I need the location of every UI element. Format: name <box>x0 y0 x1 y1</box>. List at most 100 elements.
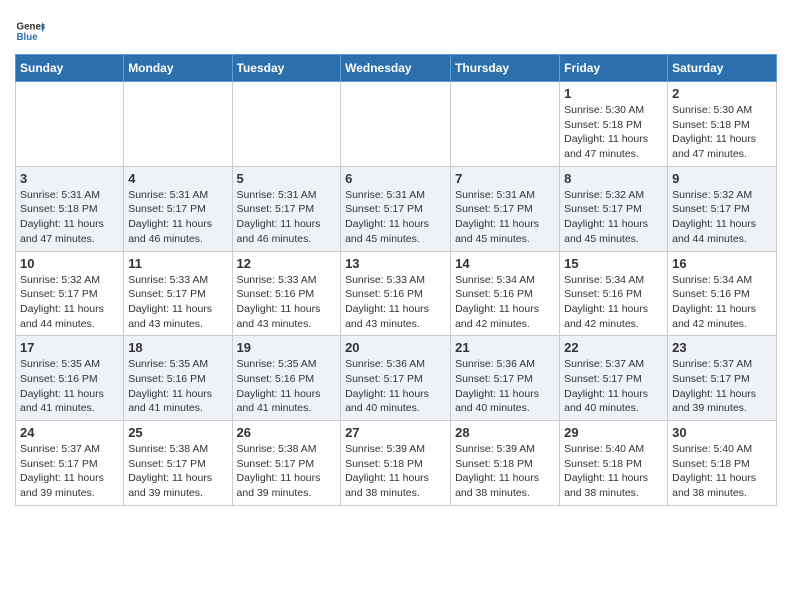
calendar-header: SundayMondayTuesdayWednesdayThursdayFrid… <box>16 55 777 82</box>
day-info: Sunrise: 5:30 AM Sunset: 5:18 PM Dayligh… <box>672 103 772 162</box>
day-number: 10 <box>20 256 119 271</box>
day-info: Sunrise: 5:32 AM Sunset: 5:17 PM Dayligh… <box>672 188 772 247</box>
day-number: 22 <box>564 340 663 355</box>
day-number: 5 <box>237 171 337 186</box>
day-info: Sunrise: 5:30 AM Sunset: 5:18 PM Dayligh… <box>564 103 663 162</box>
day-info: Sunrise: 5:40 AM Sunset: 5:18 PM Dayligh… <box>564 442 663 501</box>
calendar-day-cell: 20 Sunrise: 5:36 AM Sunset: 5:17 PM Dayli… <box>341 336 451 421</box>
day-number: 4 <box>128 171 227 186</box>
calendar-day-cell: 22 Sunrise: 5:37 AM Sunset: 5:17 PM Dayli… <box>560 336 668 421</box>
calendar-day-cell <box>451 82 560 167</box>
day-info: Sunrise: 5:35 AM Sunset: 5:16 PM Dayligh… <box>128 357 227 416</box>
day-number: 6 <box>345 171 446 186</box>
day-number: 3 <box>20 171 119 186</box>
day-number: 30 <box>672 425 772 440</box>
day-number: 19 <box>237 340 337 355</box>
calendar-day-cell: 5Sunrise: 5:31 AM Sunset: 5:17 PM Daylig… <box>232 166 341 251</box>
day-number: 26 <box>237 425 337 440</box>
svg-text:Blue: Blue <box>17 32 39 43</box>
day-number: 28 <box>455 425 555 440</box>
day-info: Sunrise: 5:33 AM Sunset: 5:16 PM Dayligh… <box>345 273 446 332</box>
day-info: Sunrise: 5:31 AM Sunset: 5:18 PM Dayligh… <box>20 188 119 247</box>
svg-text:General: General <box>17 22 46 33</box>
calendar-day-cell: 23 Sunrise: 5:37 AM Sunset: 5:17 PM Dayli… <box>668 336 777 421</box>
day-info: Sunrise: 5:31 AM Sunset: 5:17 PM Dayligh… <box>128 188 227 247</box>
day-info: Sunrise: 5:34 AM Sunset: 5:16 PM Dayligh… <box>455 273 555 332</box>
day-info: Sunrise: 5:37 AM Sunset: 5:17 PM Dayligh… <box>20 442 119 501</box>
calendar-day-cell: 7 Sunrise: 5:31 AM Sunset: 5:17 PM Daylig… <box>451 166 560 251</box>
header-row: SundayMondayTuesdayWednesdayThursdayFrid… <box>16 55 777 82</box>
day-number: 8 <box>564 171 663 186</box>
day-info: Sunrise: 5:31 AM Sunset: 5:17 PM Dayligh… <box>345 188 446 247</box>
calendar-day-cell <box>341 82 451 167</box>
calendar-day-cell: 8 Sunrise: 5:32 AM Sunset: 5:17 PM Daylig… <box>560 166 668 251</box>
day-number: 25 <box>128 425 227 440</box>
day-of-week-header: Saturday <box>668 55 777 82</box>
calendar-week-row: 24 Sunrise: 5:37 AM Sunset: 5:17 PM Dayli… <box>16 421 777 506</box>
calendar-day-cell: 27 Sunrise: 5:39 AM Sunset: 5:18 PM Dayli… <box>341 421 451 506</box>
day-number: 18 <box>128 340 227 355</box>
calendar-day-cell: 18 Sunrise: 5:35 AM Sunset: 5:16 PM Dayli… <box>124 336 232 421</box>
calendar-week-row: 17 Sunrise: 5:35 AM Sunset: 5:16 PM Dayli… <box>16 336 777 421</box>
calendar-day-cell: 25 Sunrise: 5:38 AM Sunset: 5:17 PM Dayli… <box>124 421 232 506</box>
day-number: 1 <box>564 86 663 101</box>
calendar-week-row: 10 Sunrise: 5:32 AM Sunset: 5:17 PM Dayli… <box>16 251 777 336</box>
calendar-day-cell: 9 Sunrise: 5:32 AM Sunset: 5:17 PM Daylig… <box>668 166 777 251</box>
day-info: Sunrise: 5:39 AM Sunset: 5:18 PM Dayligh… <box>345 442 446 501</box>
calendar-day-cell: 15 Sunrise: 5:34 AM Sunset: 5:16 PM Dayli… <box>560 251 668 336</box>
day-of-week-header: Monday <box>124 55 232 82</box>
day-info: Sunrise: 5:36 AM Sunset: 5:17 PM Dayligh… <box>455 357 555 416</box>
day-info: Sunrise: 5:36 AM Sunset: 5:17 PM Dayligh… <box>345 357 446 416</box>
day-of-week-header: Thursday <box>451 55 560 82</box>
day-number: 9 <box>672 171 772 186</box>
calendar-day-cell: 28Sunrise: 5:39 AM Sunset: 5:18 PM Dayli… <box>451 421 560 506</box>
day-number: 29 <box>564 425 663 440</box>
calendar-day-cell: 16 Sunrise: 5:34 AM Sunset: 5:16 PM Dayli… <box>668 251 777 336</box>
calendar-body: 1 Sunrise: 5:30 AM Sunset: 5:18 PM Daylig… <box>16 82 777 506</box>
day-number: 27 <box>345 425 446 440</box>
calendar-table: SundayMondayTuesdayWednesdayThursdayFrid… <box>15 54 777 506</box>
day-info: Sunrise: 5:35 AM Sunset: 5:16 PM Dayligh… <box>237 357 337 416</box>
calendar-day-cell: 2Sunrise: 5:30 AM Sunset: 5:18 PM Daylig… <box>668 82 777 167</box>
day-info: Sunrise: 5:37 AM Sunset: 5:17 PM Dayligh… <box>672 357 772 416</box>
calendar-day-cell: 21Sunrise: 5:36 AM Sunset: 5:17 PM Dayli… <box>451 336 560 421</box>
day-info: Sunrise: 5:38 AM Sunset: 5:17 PM Dayligh… <box>128 442 227 501</box>
calendar-day-cell: 19 Sunrise: 5:35 AM Sunset: 5:16 PM Dayli… <box>232 336 341 421</box>
day-info: Sunrise: 5:32 AM Sunset: 5:17 PM Dayligh… <box>20 273 119 332</box>
day-info: Sunrise: 5:34 AM Sunset: 5:16 PM Dayligh… <box>672 273 772 332</box>
day-info: Sunrise: 5:35 AM Sunset: 5:16 PM Dayligh… <box>20 357 119 416</box>
calendar-day-cell <box>232 82 341 167</box>
day-number: 15 <box>564 256 663 271</box>
day-info: Sunrise: 5:34 AM Sunset: 5:16 PM Dayligh… <box>564 273 663 332</box>
day-number: 20 <box>345 340 446 355</box>
logo-icon: General Blue <box>15 16 45 46</box>
calendar-day-cell: 26Sunrise: 5:38 AM Sunset: 5:17 PM Dayli… <box>232 421 341 506</box>
day-number: 11 <box>128 256 227 271</box>
page-header: General Blue <box>15 10 777 46</box>
calendar-day-cell: 13 Sunrise: 5:33 AM Sunset: 5:16 PM Dayli… <box>341 251 451 336</box>
day-number: 23 <box>672 340 772 355</box>
day-info: Sunrise: 5:32 AM Sunset: 5:17 PM Dayligh… <box>564 188 663 247</box>
day-info: Sunrise: 5:37 AM Sunset: 5:17 PM Dayligh… <box>564 357 663 416</box>
calendar-day-cell <box>16 82 124 167</box>
day-number: 7 <box>455 171 555 186</box>
day-number: 24 <box>20 425 119 440</box>
calendar-day-cell: 3 Sunrise: 5:31 AM Sunset: 5:18 PM Daylig… <box>16 166 124 251</box>
day-info: Sunrise: 5:31 AM Sunset: 5:17 PM Dayligh… <box>455 188 555 247</box>
day-info: Sunrise: 5:33 AM Sunset: 5:16 PM Dayligh… <box>237 273 337 332</box>
day-of-week-header: Sunday <box>16 55 124 82</box>
day-number: 16 <box>672 256 772 271</box>
calendar-day-cell: 29 Sunrise: 5:40 AM Sunset: 5:18 PM Dayli… <box>560 421 668 506</box>
day-info: Sunrise: 5:33 AM Sunset: 5:17 PM Dayligh… <box>128 273 227 332</box>
calendar-week-row: 1 Sunrise: 5:30 AM Sunset: 5:18 PM Daylig… <box>16 82 777 167</box>
day-number: 13 <box>345 256 446 271</box>
calendar-day-cell: 4 Sunrise: 5:31 AM Sunset: 5:17 PM Daylig… <box>124 166 232 251</box>
calendar-day-cell: 6 Sunrise: 5:31 AM Sunset: 5:17 PM Daylig… <box>341 166 451 251</box>
logo: General Blue <box>15 16 49 46</box>
calendar-day-cell: 24 Sunrise: 5:37 AM Sunset: 5:17 PM Dayli… <box>16 421 124 506</box>
calendar-day-cell: 17 Sunrise: 5:35 AM Sunset: 5:16 PM Dayli… <box>16 336 124 421</box>
day-number: 17 <box>20 340 119 355</box>
day-number: 14 <box>455 256 555 271</box>
calendar-day-cell: 10 Sunrise: 5:32 AM Sunset: 5:17 PM Dayli… <box>16 251 124 336</box>
day-of-week-header: Wednesday <box>341 55 451 82</box>
